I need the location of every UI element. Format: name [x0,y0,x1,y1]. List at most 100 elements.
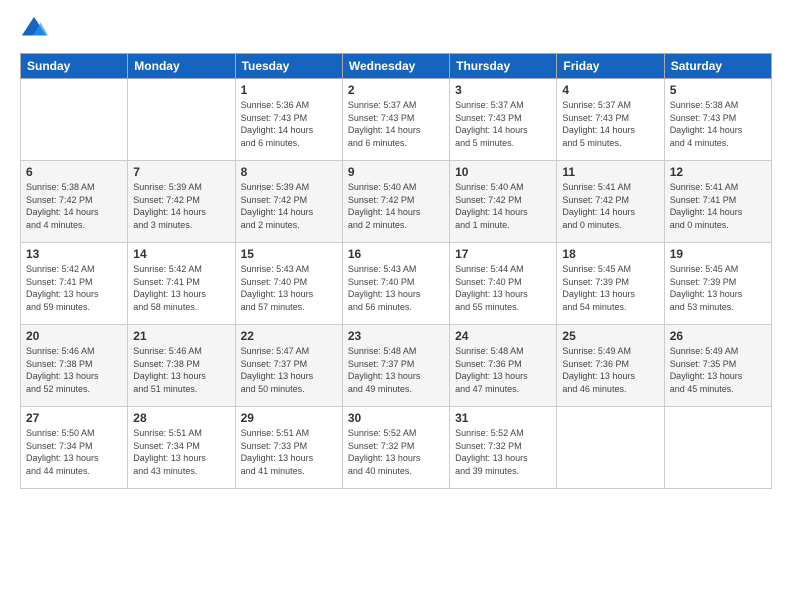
day-number: 26 [670,329,766,343]
day-info: Sunrise: 5:39 AM Sunset: 7:42 PM Dayligh… [241,181,337,231]
day-number: 22 [241,329,337,343]
calendar-cell: 19 Sunrise: 5:45 AM Sunset: 7:39 PM Dayli… [664,243,771,325]
day-info: Sunrise: 5:41 AM Sunset: 7:42 PM Dayligh… [562,181,658,231]
calendar-cell: 2 Sunrise: 5:37 AM Sunset: 7:43 PM Daylig… [342,79,449,161]
calendar-cell: 13 Sunrise: 5:42 AM Sunset: 7:41 PM Dayli… [21,243,128,325]
calendar-cell: 24 Sunrise: 5:48 AM Sunset: 7:36 PM Dayli… [450,325,557,407]
calendar-week-4: 20Sunrise: 5:46 AM Sunset: 7:38 PM Dayli… [21,325,772,407]
day-number: 18 [562,247,658,261]
calendar-cell: 21 Sunrise: 5:46 AM Sunset: 7:38 PM Dayli… [128,325,235,407]
weekday-header-row: Sunday Monday Tuesday Wednesday Thursday… [21,54,772,79]
day-info: Sunrise: 5:43 AM Sunset: 7:40 PM Dayligh… [241,263,337,313]
day-number: 10 [455,165,551,179]
day-info: Sunrise: 5:48 AM Sunset: 7:36 PM Dayligh… [455,345,551,395]
day-number: 21 [133,329,229,343]
calendar-cell: 1 Sunrise: 5:36 AM Sunset: 7:43 PM Daylig… [235,79,342,161]
day-info: Sunrise: 5:51 AM Sunset: 7:34 PM Dayligh… [133,427,229,477]
day-info: Sunrise: 5:42 AM Sunset: 7:41 PM Dayligh… [26,263,122,313]
day-info: Sunrise: 5:49 AM Sunset: 7:36 PM Dayligh… [562,345,658,395]
day-number: 8 [241,165,337,179]
day-info: Sunrise: 5:46 AM Sunset: 7:38 PM Dayligh… [26,345,122,395]
day-info: Sunrise: 5:37 AM Sunset: 7:43 PM Dayligh… [562,99,658,149]
calendar-cell: 16 Sunrise: 5:43 AM Sunset: 7:40 PM Dayli… [342,243,449,325]
calendar-cell: 8 Sunrise: 5:39 AM Sunset: 7:42 PM Daylig… [235,161,342,243]
day-number: 5 [670,83,766,97]
day-number: 27 [26,411,122,425]
day-info: Sunrise: 5:52 AM Sunset: 7:32 PM Dayligh… [455,427,551,477]
day-info: Sunrise: 5:46 AM Sunset: 7:38 PM Dayligh… [133,345,229,395]
header-monday: Monday [128,54,235,79]
day-number: 24 [455,329,551,343]
calendar-cell [664,407,771,489]
day-info: Sunrise: 5:45 AM Sunset: 7:39 PM Dayligh… [562,263,658,313]
day-number: 17 [455,247,551,261]
day-number: 7 [133,165,229,179]
day-number: 23 [348,329,444,343]
day-info: Sunrise: 5:38 AM Sunset: 7:42 PM Dayligh… [26,181,122,231]
header-sunday: Sunday [21,54,128,79]
header [20,15,772,43]
calendar-cell: 26 Sunrise: 5:49 AM Sunset: 7:35 PM Dayli… [664,325,771,407]
day-number: 16 [348,247,444,261]
day-number: 14 [133,247,229,261]
day-number: 30 [348,411,444,425]
header-thursday: Thursday [450,54,557,79]
calendar: Sunday Monday Tuesday Wednesday Thursday… [20,53,772,489]
day-info: Sunrise: 5:38 AM Sunset: 7:43 PM Dayligh… [670,99,766,149]
header-saturday: Saturday [664,54,771,79]
day-number: 12 [670,165,766,179]
day-number: 6 [26,165,122,179]
day-number: 11 [562,165,658,179]
day-info: Sunrise: 5:50 AM Sunset: 7:34 PM Dayligh… [26,427,122,477]
day-info: Sunrise: 5:42 AM Sunset: 7:41 PM Dayligh… [133,263,229,313]
day-number: 25 [562,329,658,343]
calendar-cell: 7 Sunrise: 5:39 AM Sunset: 7:42 PM Daylig… [128,161,235,243]
calendar-cell: 3 Sunrise: 5:37 AM Sunset: 7:43 PM Daylig… [450,79,557,161]
day-number: 4 [562,83,658,97]
day-number: 1 [241,83,337,97]
calendar-week-1: 1 Sunrise: 5:36 AM Sunset: 7:43 PM Daylig… [21,79,772,161]
day-info: Sunrise: 5:37 AM Sunset: 7:43 PM Dayligh… [455,99,551,149]
calendar-cell: 25 Sunrise: 5:49 AM Sunset: 7:36 PM Dayli… [557,325,664,407]
logo-icon [20,15,48,43]
day-info: Sunrise: 5:43 AM Sunset: 7:40 PM Dayligh… [348,263,444,313]
day-number: 2 [348,83,444,97]
day-info: Sunrise: 5:45 AM Sunset: 7:39 PM Dayligh… [670,263,766,313]
calendar-cell: 9Sunrise: 5:40 AM Sunset: 7:42 PM Daylig… [342,161,449,243]
calendar-cell: 12 Sunrise: 5:41 AM Sunset: 7:41 PM Dayli… [664,161,771,243]
header-wednesday: Wednesday [342,54,449,79]
day-info: Sunrise: 5:44 AM Sunset: 7:40 PM Dayligh… [455,263,551,313]
day-number: 15 [241,247,337,261]
calendar-cell: 30 Sunrise: 5:52 AM Sunset: 7:32 PM Dayli… [342,407,449,489]
calendar-cell: 6 Sunrise: 5:38 AM Sunset: 7:42 PM Daylig… [21,161,128,243]
calendar-cell: 28 Sunrise: 5:51 AM Sunset: 7:34 PM Dayli… [128,407,235,489]
day-info: Sunrise: 5:52 AM Sunset: 7:32 PM Dayligh… [348,427,444,477]
day-number: 19 [670,247,766,261]
calendar-week-3: 13 Sunrise: 5:42 AM Sunset: 7:41 PM Dayli… [21,243,772,325]
day-info: Sunrise: 5:36 AM Sunset: 7:43 PM Dayligh… [241,99,337,149]
calendar-cell [21,79,128,161]
calendar-cell [557,407,664,489]
logo [20,15,52,43]
calendar-cell: 4 Sunrise: 5:37 AM Sunset: 7:43 PM Daylig… [557,79,664,161]
day-number: 29 [241,411,337,425]
calendar-week-5: 27 Sunrise: 5:50 AM Sunset: 7:34 PM Dayli… [21,407,772,489]
calendar-cell: 14 Sunrise: 5:42 AM Sunset: 7:41 PM Dayli… [128,243,235,325]
calendar-cell: 17 Sunrise: 5:44 AM Sunset: 7:40 PM Dayli… [450,243,557,325]
day-info: Sunrise: 5:41 AM Sunset: 7:41 PM Dayligh… [670,181,766,231]
day-info: Sunrise: 5:37 AM Sunset: 7:43 PM Dayligh… [348,99,444,149]
calendar-cell: 20Sunrise: 5:46 AM Sunset: 7:38 PM Dayli… [21,325,128,407]
day-number: 13 [26,247,122,261]
day-info: Sunrise: 5:49 AM Sunset: 7:35 PM Dayligh… [670,345,766,395]
day-info: Sunrise: 5:47 AM Sunset: 7:37 PM Dayligh… [241,345,337,395]
day-info: Sunrise: 5:48 AM Sunset: 7:37 PM Dayligh… [348,345,444,395]
day-number: 28 [133,411,229,425]
calendar-cell: 15 Sunrise: 5:43 AM Sunset: 7:40 PM Dayli… [235,243,342,325]
day-number: 9 [348,165,444,179]
calendar-cell: 27 Sunrise: 5:50 AM Sunset: 7:34 PM Dayli… [21,407,128,489]
day-info: Sunrise: 5:39 AM Sunset: 7:42 PM Dayligh… [133,181,229,231]
calendar-cell: 10Sunrise: 5:40 AM Sunset: 7:42 PM Dayli… [450,161,557,243]
day-info: Sunrise: 5:51 AM Sunset: 7:33 PM Dayligh… [241,427,337,477]
calendar-cell: 22 Sunrise: 5:47 AM Sunset: 7:37 PM Dayli… [235,325,342,407]
day-number: 3 [455,83,551,97]
